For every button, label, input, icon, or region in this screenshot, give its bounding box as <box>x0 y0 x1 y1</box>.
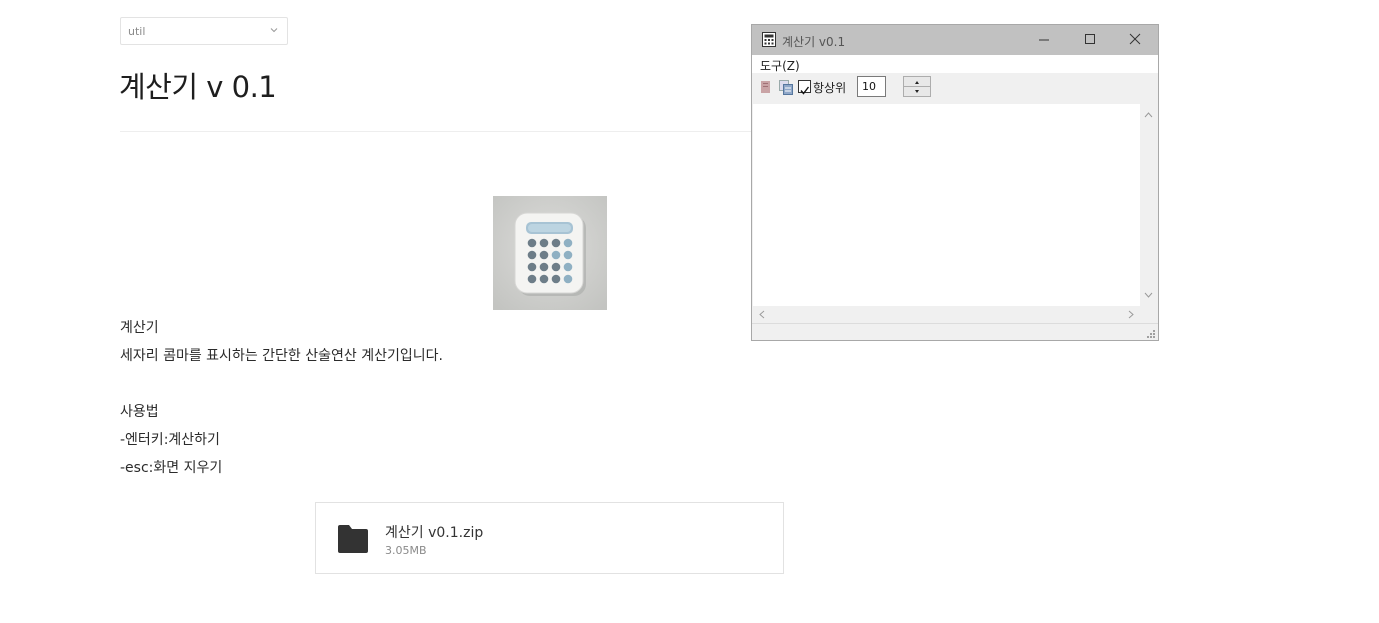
menu-bar: 도구(Z) <box>752 55 1158 73</box>
page-title: 계산기 v 0.1 <box>119 70 277 104</box>
window-titlebar[interactable]: 계산기 v0.1 <box>752 25 1158 55</box>
minimize-button[interactable] <box>1022 25 1066 55</box>
usage-title: 사용법 <box>120 404 159 420</box>
maximize-icon <box>1085 34 1095 44</box>
menu-tools[interactable]: 도구(Z) <box>760 57 800 74</box>
result-display-area[interactable] <box>753 104 1140 306</box>
font-size-spinner[interactable] <box>903 76 931 97</box>
close-button[interactable] <box>1112 25 1156 55</box>
file-attachment[interactable]: 계산기 v0.1.zip 3.05MB <box>315 502 784 574</box>
file-name[interactable]: 계산기 v0.1.zip <box>385 522 483 542</box>
scroll-arrows <box>759 310 1134 319</box>
close-icon <box>1129 33 1141 45</box>
category-select[interactable]: util <box>120 17 288 45</box>
content-heading: 계산기 <box>120 320 159 336</box>
always-on-top-checkbox[interactable] <box>798 80 811 95</box>
scroll-arrows <box>1144 112 1153 298</box>
app-icon <box>762 32 776 47</box>
checkmark-icon <box>800 86 810 95</box>
content-description: 세자리 콤마를 표시하는 간단한 산술연산 계산기입니다. <box>120 348 443 364</box>
chevron-down-icon <box>270 28 278 33</box>
clear-icon[interactable] <box>760 80 771 94</box>
category-select-value: util <box>128 25 146 38</box>
status-bar <box>752 323 1158 340</box>
app-window: 계산기 v0.1 도구(Z) 항상위 10 <box>751 24 1159 341</box>
always-on-top-label: 항상위 <box>813 81 847 95</box>
minimize-icon <box>1039 39 1049 41</box>
maximize-button[interactable] <box>1067 25 1111 55</box>
calculator-image <box>493 196 607 310</box>
resize-grip-icon[interactable] <box>1146 329 1156 339</box>
spinner-down-icon[interactable] <box>904 87 930 96</box>
usage-item: -esc:화면 지우기 <box>120 460 223 476</box>
folder-icon <box>338 525 368 553</box>
title-divider <box>120 131 752 132</box>
vertical-scrollbar[interactable] <box>1140 104 1157 306</box>
toolbar: 항상위 10 <box>752 73 1158 103</box>
usage-item: -엔터키:계산하기 <box>120 432 220 448</box>
horizontal-scrollbar[interactable] <box>753 306 1140 323</box>
copy-icon[interactable] <box>779 80 793 95</box>
file-size: 3.05MB <box>385 544 427 557</box>
window-title: 계산기 v0.1 <box>782 35 846 49</box>
font-size-input[interactable]: 10 <box>857 76 886 97</box>
